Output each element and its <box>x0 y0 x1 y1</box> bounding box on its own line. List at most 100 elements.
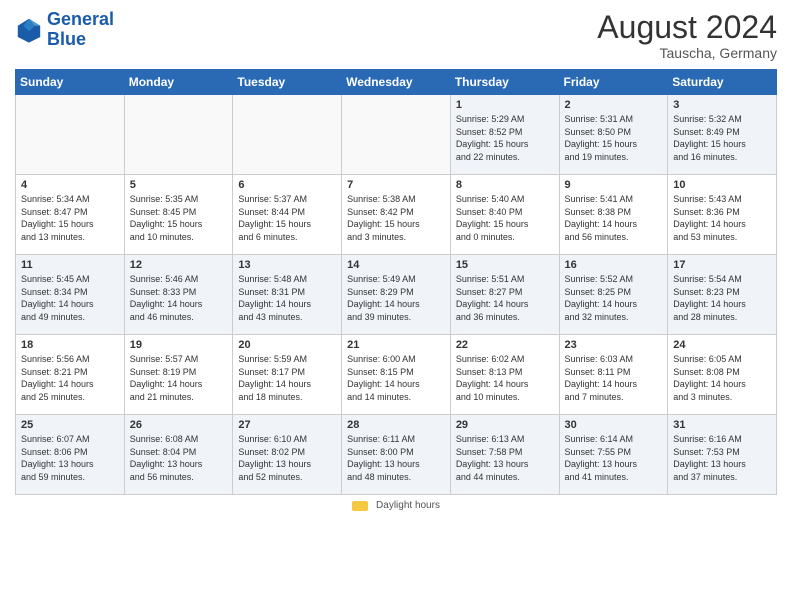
calendar-week-row: 11 Sunrise: 5:45 AMSunset: 8:34 PMDayligh… <box>16 255 777 335</box>
day-number: 3 <box>673 99 771 111</box>
calendar-cell: 1 Sunrise: 5:29 AMSunset: 8:52 PMDaylight… <box>450 95 559 175</box>
day-number: 8 <box>456 179 554 191</box>
calendar-cell: 29Sunrise: 6:13 AMSunset: 7:58 PMDayligh… <box>450 415 559 495</box>
calendar-cell: 31Sunrise: 6:16 AMSunset: 7:53 PMDayligh… <box>668 415 777 495</box>
legend-label: Daylight hours <box>376 500 440 511</box>
logo: General Blue <box>15 10 114 50</box>
day-info: Sunrise: 5:54 AMSunset: 8:23 PMDaylight:… <box>673 273 771 323</box>
calendar-cell: 8 Sunrise: 5:40 AMSunset: 8:40 PMDaylight… <box>450 175 559 255</box>
day-info: Sunrise: 5:48 AMSunset: 8:31 PMDaylight:… <box>238 273 336 323</box>
day-info: Sunrise: 5:38 AMSunset: 8:42 PMDaylight:… <box>347 193 445 243</box>
calendar-cell: 23 Sunrise: 6:03 AMSunset: 8:11 PMDayligh… <box>559 335 668 415</box>
day-number: 15 <box>456 259 554 271</box>
day-info: Sunrise: 5:29 AMSunset: 8:52 PMDaylight:… <box>456 113 554 163</box>
day-number: 9 <box>565 179 663 191</box>
title-block: August 2024 Tauscha, Germany <box>597 10 777 61</box>
day-number: 27 <box>238 419 336 431</box>
day-number: 2 <box>565 99 663 111</box>
day-number: 4 <box>21 179 119 191</box>
day-info: Sunrise: 5:32 AMSunset: 8:49 PMDaylight:… <box>673 113 771 163</box>
day-number: 25 <box>21 419 119 431</box>
weekday-header-wednesday: Wednesday <box>342 70 451 95</box>
weekday-header-tuesday: Tuesday <box>233 70 342 95</box>
calendar-cell: 27 Sunrise: 6:10 AMSunset: 8:02 PMDayligh… <box>233 415 342 495</box>
weekday-header-row: SundayMondayTuesdayWednesdayThursdayFrid… <box>16 70 777 95</box>
day-info: Sunrise: 6:11 AMSunset: 8:00 PMDaylight:… <box>347 433 445 483</box>
day-number: 14 <box>347 259 445 271</box>
day-info: Sunrise: 5:40 AMSunset: 8:40 PMDaylight:… <box>456 193 554 243</box>
day-info: Sunrise: 6:02 AMSunset: 8:13 PMDaylight:… <box>456 353 554 403</box>
calendar-cell: 4 Sunrise: 5:34 AMSunset: 8:47 PMDaylight… <box>16 175 125 255</box>
day-number: 6 <box>238 179 336 191</box>
calendar-cell: 28 Sunrise: 6:11 AMSunset: 8:00 PMDayligh… <box>342 415 451 495</box>
day-info: Sunrise: 5:35 AMSunset: 8:45 PMDaylight:… <box>130 193 228 243</box>
calendar-cell: 24Sunrise: 6:05 AMSunset: 8:08 PMDayligh… <box>668 335 777 415</box>
weekday-header-thursday: Thursday <box>450 70 559 95</box>
day-number: 10 <box>673 179 771 191</box>
day-info: Sunrise: 5:51 AMSunset: 8:27 PMDaylight:… <box>456 273 554 323</box>
calendar-cell: 7 Sunrise: 5:38 AMSunset: 8:42 PMDaylight… <box>342 175 451 255</box>
day-number: 28 <box>347 419 445 431</box>
location: Tauscha, Germany <box>597 45 777 61</box>
calendar-week-row: 25Sunrise: 6:07 AMSunset: 8:06 PMDayligh… <box>16 415 777 495</box>
day-info: Sunrise: 5:37 AMSunset: 8:44 PMDaylight:… <box>238 193 336 243</box>
day-number: 30 <box>565 419 663 431</box>
calendar-cell <box>16 95 125 175</box>
calendar-cell: 25Sunrise: 6:07 AMSunset: 8:06 PMDayligh… <box>16 415 125 495</box>
day-info: Sunrise: 5:52 AMSunset: 8:25 PMDaylight:… <box>565 273 663 323</box>
day-info: Sunrise: 6:16 AMSunset: 7:53 PMDaylight:… <box>673 433 771 483</box>
weekday-header-saturday: Saturday <box>668 70 777 95</box>
day-info: Sunrise: 5:34 AMSunset: 8:47 PMDaylight:… <box>21 193 119 243</box>
day-info: Sunrise: 5:43 AMSunset: 8:36 PMDaylight:… <box>673 193 771 243</box>
calendar-cell: 30Sunrise: 6:14 AMSunset: 7:55 PMDayligh… <box>559 415 668 495</box>
calendar-week-row: 18 Sunrise: 5:56 AMSunset: 8:21 PMDayligh… <box>16 335 777 415</box>
weekday-header-friday: Friday <box>559 70 668 95</box>
logo-icon <box>15 16 43 44</box>
calendar-cell: 14 Sunrise: 5:49 AMSunset: 8:29 PMDayligh… <box>342 255 451 335</box>
day-number: 22 <box>456 339 554 351</box>
day-number: 13 <box>238 259 336 271</box>
calendar-cell: 11 Sunrise: 5:45 AMSunset: 8:34 PMDayligh… <box>16 255 125 335</box>
day-number: 18 <box>21 339 119 351</box>
day-number: 23 <box>565 339 663 351</box>
day-number: 19 <box>130 339 228 351</box>
calendar-cell: 26Sunrise: 6:08 AMSunset: 8:04 PMDayligh… <box>124 415 233 495</box>
calendar-cell: 12 Sunrise: 5:46 AMSunset: 8:33 PMDayligh… <box>124 255 233 335</box>
calendar-cell: 22 Sunrise: 6:02 AMSunset: 8:13 PMDayligh… <box>450 335 559 415</box>
calendar-cell: 15 Sunrise: 5:51 AMSunset: 8:27 PMDayligh… <box>450 255 559 335</box>
calendar-cell: 6 Sunrise: 5:37 AMSunset: 8:44 PMDaylight… <box>233 175 342 255</box>
calendar-cell: 10 Sunrise: 5:43 AMSunset: 8:36 PMDayligh… <box>668 175 777 255</box>
calendar-table: SundayMondayTuesdayWednesdayThursdayFrid… <box>15 69 777 495</box>
day-number: 16 <box>565 259 663 271</box>
day-info: Sunrise: 5:46 AMSunset: 8:33 PMDaylight:… <box>130 273 228 323</box>
calendar-cell: 9 Sunrise: 5:41 AMSunset: 8:38 PMDaylight… <box>559 175 668 255</box>
day-number: 29 <box>456 419 554 431</box>
day-info: Sunrise: 5:41 AMSunset: 8:38 PMDaylight:… <box>565 193 663 243</box>
day-info: Sunrise: 5:59 AMSunset: 8:17 PMDaylight:… <box>238 353 336 403</box>
day-number: 7 <box>347 179 445 191</box>
day-info: Sunrise: 6:03 AMSunset: 8:11 PMDaylight:… <box>565 353 663 403</box>
day-info: Sunrise: 5:56 AMSunset: 8:21 PMDaylight:… <box>21 353 119 403</box>
day-number: 1 <box>456 99 554 111</box>
calendar-cell: 5Sunrise: 5:35 AMSunset: 8:45 PMDaylight… <box>124 175 233 255</box>
calendar-cell: 20 Sunrise: 5:59 AMSunset: 8:17 PMDayligh… <box>233 335 342 415</box>
day-number: 12 <box>130 259 228 271</box>
calendar-cell: 3 Sunrise: 5:32 AMSunset: 8:49 PMDaylight… <box>668 95 777 175</box>
calendar-cell: 17Sunrise: 5:54 AMSunset: 8:23 PMDayligh… <box>668 255 777 335</box>
calendar-cell: 19Sunrise: 5:57 AMSunset: 8:19 PMDayligh… <box>124 335 233 415</box>
calendar-week-row: 1 Sunrise: 5:29 AMSunset: 8:52 PMDaylight… <box>16 95 777 175</box>
calendar-container: General Blue August 2024 Tauscha, German… <box>0 0 792 521</box>
calendar-cell: 21Sunrise: 6:00 AMSunset: 8:15 PMDayligh… <box>342 335 451 415</box>
calendar-cell: 2Sunrise: 5:31 AMSunset: 8:50 PMDaylight… <box>559 95 668 175</box>
header: General Blue August 2024 Tauscha, German… <box>15 10 777 61</box>
day-number: 20 <box>238 339 336 351</box>
day-info: Sunrise: 5:49 AMSunset: 8:29 PMDaylight:… <box>347 273 445 323</box>
weekday-header-sunday: Sunday <box>16 70 125 95</box>
day-info: Sunrise: 6:00 AMSunset: 8:15 PMDaylight:… <box>347 353 445 403</box>
day-info: Sunrise: 6:10 AMSunset: 8:02 PMDaylight:… <box>238 433 336 483</box>
month-year: August 2024 <box>597 10 777 45</box>
day-number: 11 <box>21 259 119 271</box>
calendar-cell <box>233 95 342 175</box>
day-info: Sunrise: 5:45 AMSunset: 8:34 PMDaylight:… <box>21 273 119 323</box>
legend: Daylight hours <box>15 500 777 511</box>
